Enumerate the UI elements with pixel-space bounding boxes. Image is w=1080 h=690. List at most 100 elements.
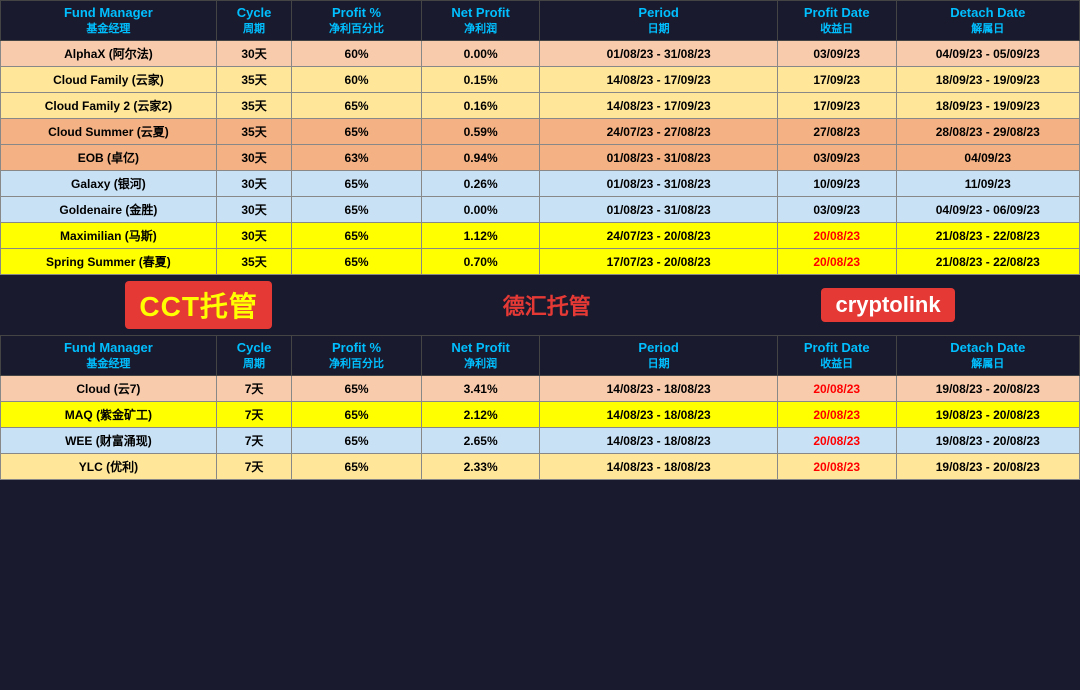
cell-period: 24/07/23 - 20/08/23 (540, 223, 777, 249)
cell-period: 01/08/23 - 31/08/23 (540, 171, 777, 197)
cell-fund: MAQ (紫金矿工) (1, 402, 217, 428)
cell-fund: AlphaX (阿尔法) (1, 41, 217, 67)
header-fund: Fund Manager 基金经理 (1, 1, 217, 41)
header2-period: Period 日期 (540, 336, 777, 376)
header-net: Net Profit 净利润 (421, 1, 540, 41)
table-row: YLC (优利) 7天 65% 2.33% 14/08/23 - 18/08/2… (1, 454, 1080, 480)
header2-fund: Fund Manager 基金经理 (1, 336, 217, 376)
cell-net: 2.33% (421, 454, 540, 480)
cell-ddate: 04/09/23 (896, 145, 1079, 171)
cell-pdate: 20/08/23 (777, 454, 896, 480)
table-row: AlphaX (阿尔法) 30天 60% 0.00% 01/08/23 - 31… (1, 41, 1080, 67)
bottom-table-section: Fund Manager 基金经理 Cycle 周期 Profit % 净利百分… (0, 335, 1080, 480)
cell-profit: 65% (292, 93, 421, 119)
cell-cycle: 30天 (216, 171, 292, 197)
header2-pdate: Profit Date 收益日 (777, 336, 896, 376)
cell-profit: 60% (292, 41, 421, 67)
table-row: Cloud Family 2 (云家2) 35天 65% 0.16% 14/08… (1, 93, 1080, 119)
header-period: Period 日期 (540, 1, 777, 41)
table-row: Galaxy (银河) 30天 65% 0.26% 01/08/23 - 31/… (1, 171, 1080, 197)
cell-ddate: 18/09/23 - 19/09/23 (896, 67, 1079, 93)
cell-profit: 63% (292, 145, 421, 171)
header2-profit: Profit % 净利百分比 (292, 336, 421, 376)
table-row: Goldenaire (金胜) 30天 65% 0.00% 01/08/23 -… (1, 197, 1080, 223)
top-table-section: Fund Manager 基金经理 Cycle 周期 Profit % 净利百分… (0, 0, 1080, 275)
cell-pdate: 20/08/23 (777, 428, 896, 454)
cell-pdate: 17/09/23 (777, 67, 896, 93)
cell-net: 2.12% (421, 402, 540, 428)
cell-cycle: 7天 (216, 376, 292, 402)
cell-pdate: 03/09/23 (777, 145, 896, 171)
cell-ddate: 11/09/23 (896, 171, 1079, 197)
cell-fund: YLC (优利) (1, 454, 217, 480)
header-cycle: Cycle 周期 (216, 1, 292, 41)
cell-profit: 65% (292, 197, 421, 223)
cell-period: 01/08/23 - 31/08/23 (540, 145, 777, 171)
header-profit: Profit % 净利百分比 (292, 1, 421, 41)
cell-profit: 65% (292, 223, 421, 249)
cell-profit: 60% (292, 67, 421, 93)
header2-ddate: Detach Date 解属日 (896, 336, 1079, 376)
cell-fund: Cloud Family 2 (云家2) (1, 93, 217, 119)
cell-period: 14/08/23 - 17/09/23 (540, 67, 777, 93)
cell-ddate: 19/08/23 - 20/08/23 (896, 428, 1079, 454)
cell-profit: 65% (292, 376, 421, 402)
cell-period: 01/08/23 - 31/08/23 (540, 41, 777, 67)
cell-net: 1.12% (421, 223, 540, 249)
cell-net: 0.94% (421, 145, 540, 171)
cell-ddate: 28/08/23 - 29/08/23 (896, 119, 1079, 145)
cell-ddate: 19/08/23 - 20/08/23 (896, 454, 1079, 480)
table-row: Spring Summer (春夏) 35天 65% 0.70% 17/07/2… (1, 249, 1080, 275)
cell-pdate: 10/09/23 (777, 171, 896, 197)
cell-net: 2.65% (421, 428, 540, 454)
cell-pdate: 20/08/23 (777, 402, 896, 428)
cell-pdate: 17/09/23 (777, 93, 896, 119)
cell-fund: Maximilian (马斯) (1, 223, 217, 249)
top-table: Fund Manager 基金经理 Cycle 周期 Profit % 净利百分… (0, 0, 1080, 275)
cell-cycle: 30天 (216, 145, 292, 171)
cell-cycle: 30天 (216, 41, 292, 67)
dehui-label: 德汇托管 (503, 289, 591, 321)
cell-net: 0.00% (421, 197, 540, 223)
cell-cycle: 35天 (216, 119, 292, 145)
cell-net: 0.16% (421, 93, 540, 119)
table-row: Cloud Summer (云夏) 35天 65% 0.59% 24/07/23… (1, 119, 1080, 145)
cell-cycle: 7天 (216, 428, 292, 454)
cell-pdate: 03/09/23 (777, 41, 896, 67)
cell-profit: 65% (292, 171, 421, 197)
header-ddate: Detach Date 解属日 (896, 1, 1079, 41)
table-row: Maximilian (马斯) 30天 65% 1.12% 24/07/23 -… (1, 223, 1080, 249)
cell-fund: Cloud Summer (云夏) (1, 119, 217, 145)
cell-period: 14/08/23 - 18/08/23 (540, 428, 777, 454)
cell-pdate: 20/08/23 (777, 376, 896, 402)
cell-period: 01/08/23 - 31/08/23 (540, 197, 777, 223)
cell-net: 0.26% (421, 171, 540, 197)
cell-pdate: 20/08/23 (777, 249, 896, 275)
table-row: WEE (财富涌现) 7天 65% 2.65% 14/08/23 - 18/08… (1, 428, 1080, 454)
table-row: MAQ (紫金矿工) 7天 65% 2.12% 14/08/23 - 18/08… (1, 402, 1080, 428)
cell-cycle: 35天 (216, 67, 292, 93)
cell-cycle: 7天 (216, 454, 292, 480)
cell-cycle: 35天 (216, 249, 292, 275)
cell-profit: 65% (292, 249, 421, 275)
cell-ddate: 18/09/23 - 19/09/23 (896, 93, 1079, 119)
header2-net: Net Profit 净利润 (421, 336, 540, 376)
cell-fund: Cloud Family (云家) (1, 67, 217, 93)
cell-fund: Spring Summer (春夏) (1, 249, 217, 275)
cct-label: CCT托管 (125, 281, 272, 329)
cell-period: 14/08/23 - 18/08/23 (540, 454, 777, 480)
cell-net: 0.59% (421, 119, 540, 145)
cell-ddate: 21/08/23 - 22/08/23 (896, 249, 1079, 275)
header2-cycle: Cycle 周期 (216, 336, 292, 376)
cell-pdate: 27/08/23 (777, 119, 896, 145)
cell-net: 0.00% (421, 41, 540, 67)
cell-net: 3.41% (421, 376, 540, 402)
cell-period: 24/07/23 - 27/08/23 (540, 119, 777, 145)
cell-fund: Cloud (云7) (1, 376, 217, 402)
crypto-label: cryptolink (821, 288, 954, 322)
table-row: Cloud (云7) 7天 65% 3.41% 14/08/23 - 18/08… (1, 376, 1080, 402)
cell-cycle: 30天 (216, 197, 292, 223)
cell-pdate: 03/09/23 (777, 197, 896, 223)
cell-ddate: 19/08/23 - 20/08/23 (896, 376, 1079, 402)
cell-cycle: 7天 (216, 402, 292, 428)
